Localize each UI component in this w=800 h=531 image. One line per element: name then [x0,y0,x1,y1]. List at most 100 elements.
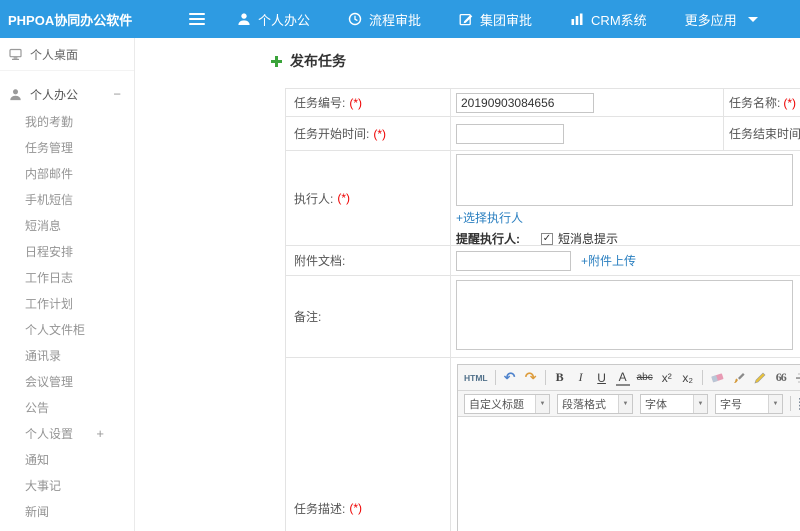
row-attachment: 附件文档: +附件上传 [286,246,800,276]
sidebar-item-short-message[interactable]: 短消息 [0,213,134,239]
rich-text-editor: HTML ↶ ↷ B I U A abc x² x₂ 66 自定义标题 ▼ 段落… [457,364,800,531]
edit-square-icon [459,12,473,26]
person-icon [237,12,251,26]
paragraph-format-select[interactable]: 段落格式 ▼ [557,393,633,414]
nav-more-apps[interactable]: 更多应用 [685,10,758,29]
nav-label: 更多应用 [684,12,737,28]
start-time-label: 任务开始时间: (*) [286,117,451,150]
html-source-button[interactable]: HTML [464,368,488,388]
sidebar-item-meeting[interactable]: 会议管理 [0,369,134,395]
sidebar-item-announcement[interactable]: 公告 [0,395,134,421]
row-task-number: 任务编号:(*) 任务名称:(*) [286,89,800,117]
description-label: 任务描述: (*) [286,358,451,531]
top-nav: 个人办公 流程审批 集团审批 CRM系统 更多应用 [237,10,758,29]
process-approval-icon [348,12,362,26]
choose-executor-link[interactable]: +选择执行人 [456,211,523,225]
executor-textarea[interactable] [456,154,793,206]
bar-chart-icon [570,12,584,26]
nav-label: 个人办公 [258,12,311,28]
collapse-icon[interactable]: − [113,87,121,102]
redo-button[interactable]: ↷ [524,368,538,388]
start-time-input[interactable] [456,123,564,144]
green-plus-icon [270,55,283,68]
row-description: 任务描述: (*) HTML ↶ ↷ B I U A abc x² x₂ 66 … [286,358,800,531]
sidebar-item-events[interactable]: 大事记 [0,473,134,499]
sidebar-item-file-cabinet[interactable]: 个人文件柜 [0,317,134,343]
sidebar-item-schedule[interactable]: 日程安排 [0,239,134,265]
executor-label: 执行人: (*) [286,151,451,245]
sms-remind-checkbox[interactable]: ✓ [541,232,553,245]
font-family-select[interactable]: 字体 ▼ [640,393,708,414]
eraser-icon[interactable] [710,368,725,388]
font-style-button[interactable]: A [615,370,630,386]
editor-content-area[interactable] [458,417,800,531]
sidebar-item-contacts[interactable]: 通讯录 [0,343,134,369]
nav-label: CRM系统 [591,12,647,28]
sidebar-item-sms[interactable]: 手机短信 [0,187,134,213]
expand-icon[interactable]: + [96,421,104,447]
remark-textarea[interactable] [456,280,793,350]
format-brush-icon[interactable] [732,368,746,388]
nav-label: 流程审批 [369,12,422,28]
sidebar-item-label: 个人设置 [25,427,74,441]
font-size-select[interactable]: 字号 ▼ [715,393,783,414]
row-remark: 备注: [286,276,800,358]
nav-process-approval[interactable]: 流程审批 [348,10,421,29]
caret-down-icon: ▼ [768,394,782,413]
remark-label: 备注: [286,276,451,357]
sidebar-item-task-management[interactable]: 任务管理 [0,135,134,161]
underline-button[interactable]: U [595,368,609,388]
sidebar-item-notice[interactable]: 通知 [0,447,134,473]
toolbar-separator [790,396,791,411]
end-time-label: 任务结束时间:(*) [723,117,800,150]
sidebar-group-personal-office[interactable]: 个人办公 − [0,81,134,107]
sidebar-group-label: 个人办公 [30,87,79,102]
task-number-input[interactable] [456,92,594,113]
sidebar: 个人桌面 个人办公 − 我的考勤 任务管理 内部邮件 手机短信 短消息 日程安排… [0,38,135,531]
nav-group-approval[interactable]: 集团审批 [459,10,532,29]
attachment-input[interactable] [456,250,571,271]
task-name-label: 任务名称: (*) [723,89,800,116]
nav-crm[interactable]: CRM系统 [570,10,647,29]
blockquote-button[interactable]: 66 [774,368,788,388]
page-title: 发布任务 [270,51,346,71]
undo-button[interactable]: ↶ [503,368,517,388]
remind-row: 提醒执行人: ✓ 短消息提示 [456,230,800,247]
toolbar-separator [494,370,496,385]
sidebar-links: 我的考勤 任务管理 内部邮件 手机短信 短消息 日程安排 工作日志 工作计划 个… [0,109,134,525]
sidebar-item-internal-mail[interactable]: 内部邮件 [0,161,134,187]
hamburger-menu-icon[interactable] [189,13,205,25]
caret-down-icon [747,16,758,22]
app-header: PHPOA协同办公软件 个人办公 流程审批 集团审批 CRM系统 更多应用 [0,0,800,38]
toolbar-separator [701,370,703,385]
subscript-button[interactable]: x₂ [681,368,695,388]
italic-button[interactable]: I [574,368,588,388]
sidebar-item-attendance[interactable]: 我的考勤 [0,109,134,135]
sidebar-item-personal-settings[interactable]: 个人设置 + [0,421,134,447]
sidebar-item-work-log[interactable]: 工作日志 [0,265,134,291]
nav-personal-office[interactable]: 个人办公 [237,10,310,29]
caret-down-icon: ▼ [693,394,707,413]
remind-label: 提醒执行人: [456,232,520,246]
horizontal-rule-icon[interactable] [795,368,800,388]
superscript-button[interactable]: x² [660,368,674,388]
sidebar-item-desktop[interactable]: 个人桌面 [0,38,134,71]
bold-button[interactable]: B [553,368,567,388]
sidebar-item-label: 个人桌面 [30,47,79,62]
editor-toolbar-top: HTML ↶ ↷ B I U A abc x² x₂ 66 [458,365,800,391]
caret-down-icon: ▼ [535,394,549,413]
attachment-label: 附件文档: [286,246,451,275]
page-title-text: 发布任务 [290,53,346,69]
sidebar-item-news[interactable]: 新闻 [0,499,134,525]
row-task-time: 任务开始时间:(*) 任务结束时间:(*) [286,117,800,151]
nav-label: 集团审批 [480,12,533,28]
custom-title-select[interactable]: 自定义标题 ▼ [464,393,550,414]
caret-down-icon: ▼ [618,394,632,413]
attachment-upload-link[interactable]: +附件上传 [581,252,636,269]
sidebar-item-work-plan[interactable]: 工作计划 [0,291,134,317]
pen-color-icon[interactable] [753,368,767,388]
person-icon [9,88,22,101]
desktop-icon [9,48,22,61]
toolbar-separator [544,370,546,385]
strikethrough-button[interactable]: abc [637,368,653,388]
